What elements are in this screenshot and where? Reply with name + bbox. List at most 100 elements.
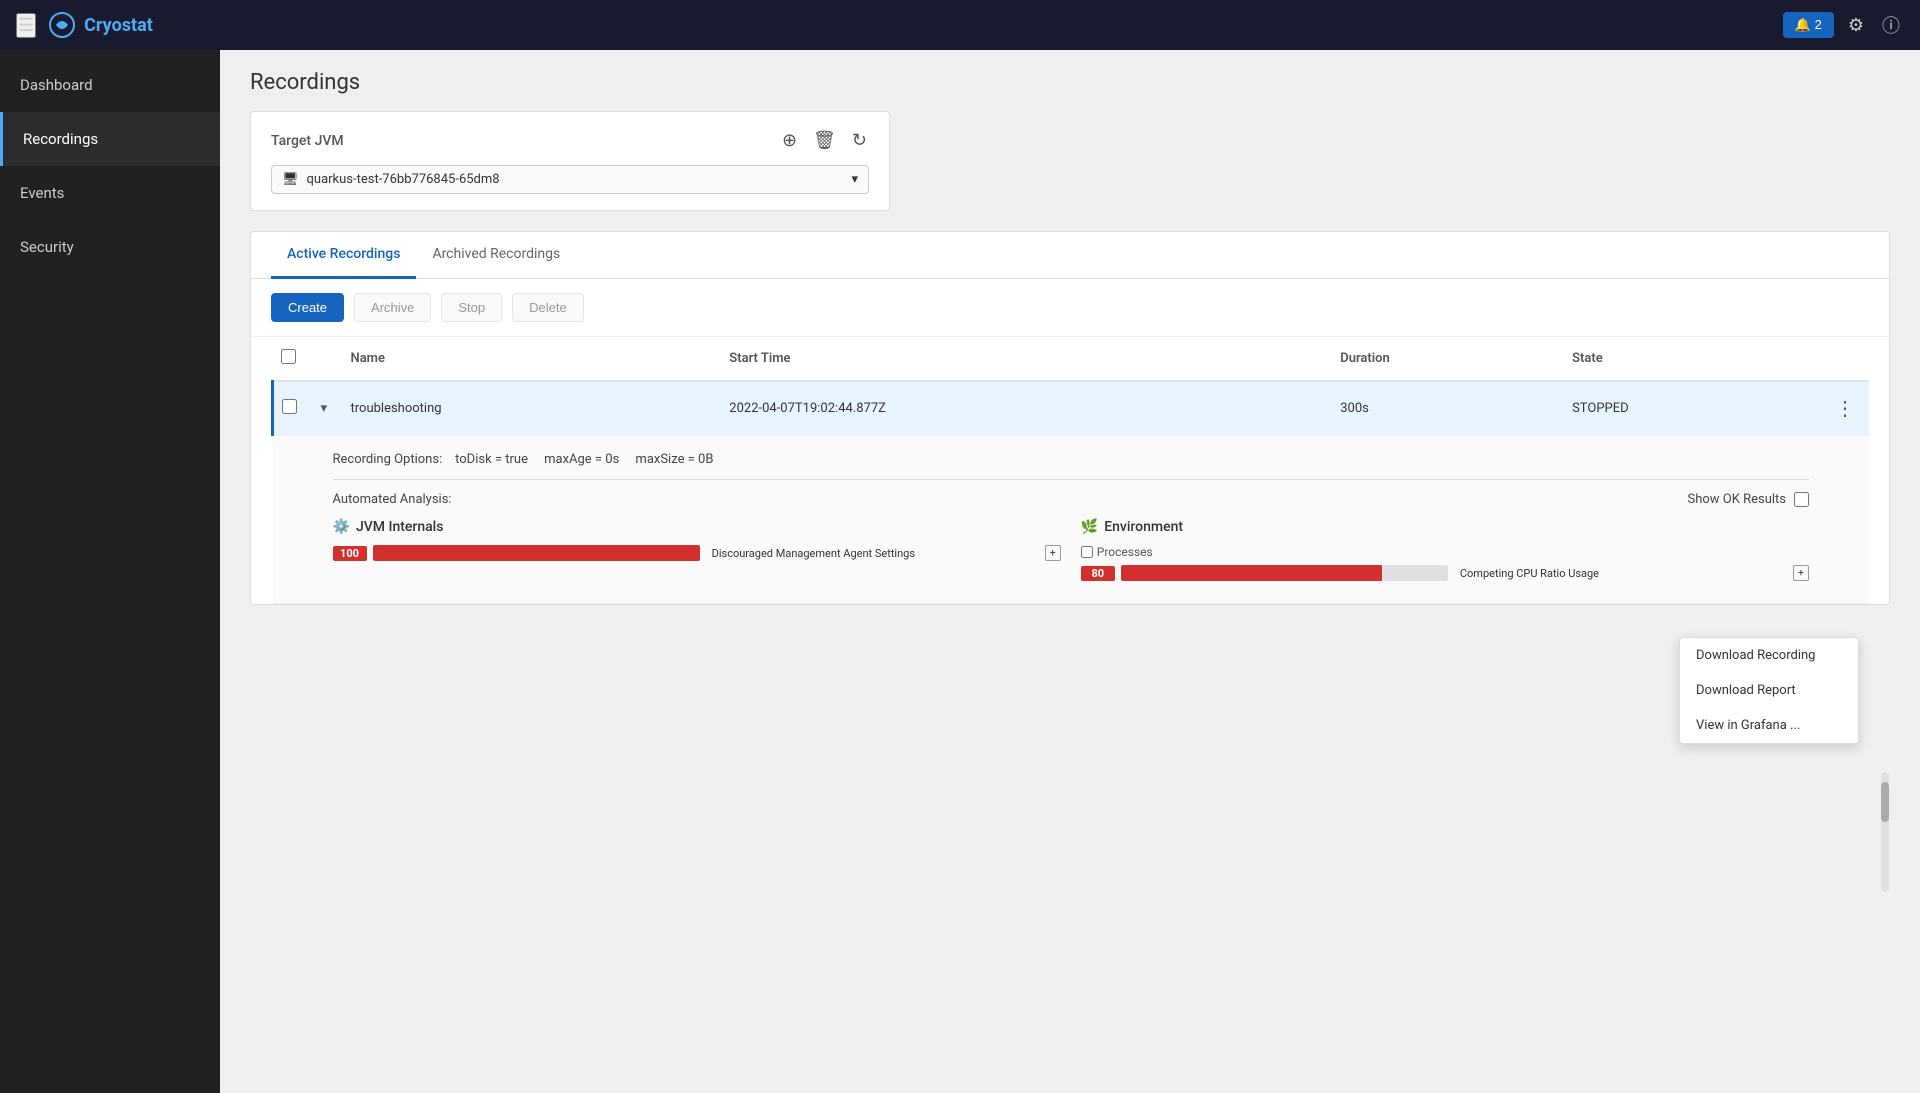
row-name-cell: troubleshooting xyxy=(343,381,722,436)
header-state: State xyxy=(1564,337,1821,381)
target-selector-left: 🖥 quarkus-test-76bb776845-65dm8 xyxy=(282,172,500,187)
table-row: ▾ troubleshooting 2022-04-07T19:02:44.87… xyxy=(273,381,1870,436)
recording-options-label: Recording Options: xyxy=(333,452,443,467)
sidebar-item-recordings[interactable]: Recordings xyxy=(0,112,220,166)
navbar-right: 🔔 2 ⚙ ⓘ xyxy=(1783,8,1904,42)
processes-checkbox[interactable] xyxy=(1081,546,1093,558)
score-badge-0: 100 xyxy=(333,546,367,561)
row-checkbox-cell xyxy=(273,381,313,436)
header-expand-col xyxy=(313,337,343,381)
table-body: ▾ troubleshooting 2022-04-07T19:02:44.87… xyxy=(273,381,1870,604)
help-button[interactable]: ⓘ xyxy=(1878,8,1904,42)
hamburger-button[interactable]: ☰ xyxy=(16,13,36,38)
row-checkbox[interactable] xyxy=(282,399,297,414)
dropdown-chevron-icon: ▾ xyxy=(851,172,858,187)
environment-title: 🌿 Environment xyxy=(1081,519,1809,535)
automated-analysis-section: Automated Analysis: Show OK Results xyxy=(333,492,1810,587)
stop-button[interactable]: Stop xyxy=(441,293,502,322)
context-menu-download-recording[interactable]: Download Recording xyxy=(1680,638,1858,673)
sidebar-item-events[interactable]: Events xyxy=(0,166,220,220)
analysis-title: Automated Analysis: xyxy=(333,492,452,507)
recordings-panel: Active Recordings Archived Recordings Cr… xyxy=(250,231,1890,605)
row-state-cell: STOPPED xyxy=(1564,381,1821,436)
navbar: ☰ Cryostat 🔔 2 ⚙ ⓘ xyxy=(0,0,1920,50)
sidebar-label-recordings: Recordings xyxy=(23,130,98,148)
table-header: Name Start Time Duration State xyxy=(273,337,1870,381)
sidebar-label-events: Events xyxy=(20,184,64,202)
score-bar-label-0: Discouraged Management Agent Settings xyxy=(706,547,1039,560)
app-logo: Cryostat xyxy=(48,11,153,39)
sidebar-label-security: Security xyxy=(20,238,74,256)
sidebar-item-dashboard[interactable]: Dashboard xyxy=(0,58,220,112)
create-button[interactable]: Create xyxy=(271,293,344,322)
jvm-internals-item-0: 100 Discouraged Management Agent Setting… xyxy=(333,545,1061,561)
navbar-left: ☰ Cryostat xyxy=(16,11,153,39)
analysis-grid: ⚙️ JVM Internals 100 xyxy=(333,519,1810,587)
sidebar-label-dashboard: Dashboard xyxy=(20,76,93,94)
context-menu-view-grafana[interactable]: View in Grafana ... xyxy=(1680,708,1858,743)
recording-max-age: maxAge = 0s xyxy=(544,452,619,467)
row-expand-icon[interactable]: ▾ xyxy=(321,401,328,416)
env-score-bar-fill-0 xyxy=(1121,565,1383,581)
target-card-header: Target JVM ⊕ 🗑 ↻ xyxy=(271,128,869,153)
header-duration: Duration xyxy=(1332,337,1564,381)
scrollbar[interactable] xyxy=(1881,772,1889,892)
header-actions xyxy=(1821,337,1869,381)
page-title: Recordings xyxy=(250,70,1890,95)
app-title: Cryostat xyxy=(84,15,153,36)
delete-button[interactable]: Delete xyxy=(512,293,584,322)
tab-archived-recordings[interactable]: Archived Recordings xyxy=(416,232,576,279)
tabs-container: Active Recordings Archived Recordings xyxy=(251,232,1889,279)
score-bar-track-0 xyxy=(373,545,700,561)
notification-button[interactable]: 🔔 2 xyxy=(1783,12,1834,38)
item-expand-btn-0[interactable]: + xyxy=(1045,545,1061,561)
recordings-toolbar: Create Archive Stop Delete xyxy=(251,279,1889,337)
add-target-button[interactable]: ⊕ xyxy=(780,128,799,153)
target-jvm-card: Target JVM ⊕ 🗑 ↻ 🖥 quarkus-test-76bb7768… xyxy=(250,111,890,211)
main-content: Recordings Target JVM ⊕ 🗑 ↻ 🖥 quarkus-te… xyxy=(220,50,1920,1093)
delete-target-button[interactable]: 🗑 xyxy=(811,128,838,153)
row-actions-cell: ⋮ xyxy=(1821,381,1869,436)
header-row: Name Start Time Duration State xyxy=(273,337,1870,381)
header-name: Name xyxy=(343,337,722,381)
jvm-internals-title: ⚙️ JVM Internals xyxy=(333,519,1061,535)
env-score-badge-0: 80 xyxy=(1081,566,1115,581)
target-selector[interactable]: 🖥 quarkus-test-76bb776845-65dm8 ▾ xyxy=(271,165,869,194)
show-ok-checkbox[interactable] xyxy=(1794,492,1809,507)
sidebar: Dashboard Recordings Events Security xyxy=(0,50,220,1093)
expanded-row-content: Recording Options: toDisk = true maxAge … xyxy=(273,436,1870,604)
processes-subcategory: Processes xyxy=(1081,545,1809,559)
recordings-table: Name Start Time Duration State xyxy=(271,337,1869,604)
target-selector-value: quarkus-test-76bb776845-65dm8 xyxy=(307,172,500,187)
env-score-bar-track-0 xyxy=(1121,565,1448,581)
settings-button[interactable]: ⚙ xyxy=(1844,11,1868,40)
recording-to-disk: toDisk = true xyxy=(455,452,528,467)
context-menu-download-report[interactable]: Download Report xyxy=(1680,673,1858,708)
select-all-checkbox[interactable] xyxy=(281,349,296,364)
score-bar-fill-0 xyxy=(373,545,700,561)
env-item-expand-btn-0[interactable]: + xyxy=(1793,565,1809,581)
recording-options: Recording Options: toDisk = true maxAge … xyxy=(333,452,1810,467)
expanded-row: Recording Options: toDisk = true maxAge … xyxy=(273,436,1870,604)
row-expand-cell: ▾ xyxy=(313,381,343,436)
environment-icon: 🌿 xyxy=(1081,519,1098,535)
app-body: Dashboard Recordings Events Security Rec… xyxy=(0,50,1920,1093)
row-duration-cell: 300s xyxy=(1332,381,1564,436)
show-ok-label: Show OK Results xyxy=(1687,492,1786,507)
recording-max-size: maxSize = 0B xyxy=(635,452,713,467)
logo-icon xyxy=(48,11,76,39)
env-score-bar-label-0: Competing CPU Ratio Usage xyxy=(1454,567,1787,580)
analysis-header: Automated Analysis: Show OK Results xyxy=(333,492,1810,507)
refresh-target-button[interactable]: ↻ xyxy=(850,128,869,153)
target-selector-icon: 🖥 xyxy=(282,172,299,187)
context-menu: Download Recording Download Report View … xyxy=(1679,637,1859,744)
sidebar-item-security[interactable]: Security xyxy=(0,220,220,274)
header-start-time: Start Time xyxy=(721,337,1332,381)
show-ok-results: Show OK Results xyxy=(1687,492,1809,507)
archive-button[interactable]: Archive xyxy=(354,293,431,322)
processes-label: Processes xyxy=(1097,545,1153,559)
scrollbar-thumb xyxy=(1881,782,1889,822)
row-context-menu-button[interactable]: ⋮ xyxy=(1829,394,1861,423)
target-icons: ⊕ 🗑 ↻ xyxy=(780,128,869,153)
tab-active-recordings[interactable]: Active Recordings xyxy=(271,232,416,279)
